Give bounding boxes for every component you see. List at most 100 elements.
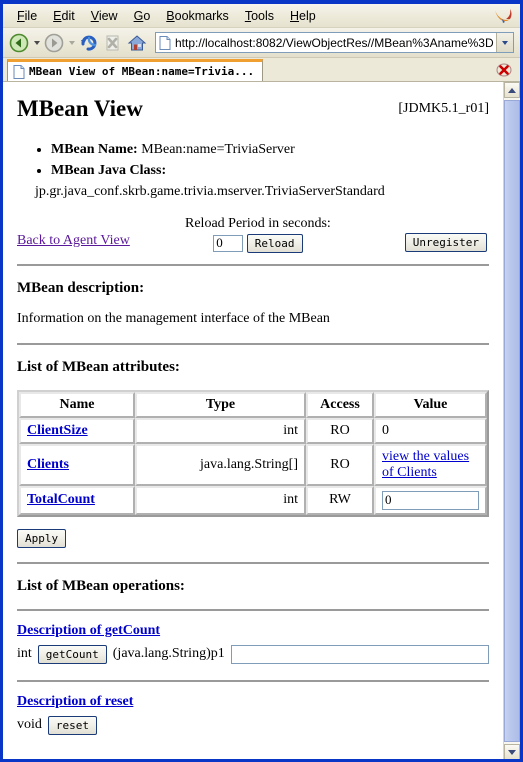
firefox-logo-icon	[495, 9, 512, 23]
attribute-type-cell: int	[135, 485, 306, 515]
description-of-getcount-link[interactable]: Description of getCount	[17, 623, 160, 639]
mbean-name-value: MBean:name=TriviaServer	[141, 142, 295, 157]
table-row: TotalCount int RW	[19, 485, 487, 515]
menu-file[interactable]: File	[9, 7, 45, 25]
version-tag: [JDMK5.1_r01]	[398, 101, 489, 116]
menu-tools[interactable]: Tools	[237, 7, 282, 25]
totalcount-value-input[interactable]	[382, 490, 479, 510]
mbean-class-label: MBean Java Class:	[51, 163, 167, 179]
attribute-value-cell: view the values of Clients	[374, 443, 487, 486]
scroll-up-button[interactable]	[504, 82, 520, 98]
attribute-type-cell: int	[135, 417, 306, 444]
attributes-heading: List of MBean attributes:	[17, 358, 180, 375]
stop-icon	[106, 35, 119, 50]
page-scrollbar[interactable]	[503, 82, 520, 759]
mbean-description-heading: MBean description:	[17, 279, 145, 296]
mbean-name-item: MBean Name: MBean:name=TriviaServer	[51, 140, 489, 160]
reload-period-input[interactable]	[213, 234, 244, 252]
home-icon	[127, 34, 147, 50]
column-header-value: Value	[374, 391, 487, 418]
chevron-down-icon	[68, 40, 75, 45]
page-title: MBean View	[17, 96, 143, 121]
tab-bar: MBean View of MBean:name=Trivia...	[3, 58, 520, 82]
tab-label: MBean View of MBean:name=Trivia...	[29, 65, 255, 78]
back-arrow-icon	[9, 33, 29, 52]
menu-go[interactable]: Go	[126, 7, 159, 25]
divider	[17, 608, 489, 611]
menu-help[interactable]: Help	[282, 7, 324, 25]
attribute-name-cell: ClientSize	[19, 417, 135, 444]
back-history-dropdown[interactable]	[31, 31, 42, 55]
operation-row-getcount: int getCount (java.lang.String)p1	[17, 644, 489, 664]
scrollbar-track[interactable]	[504, 98, 520, 744]
attribute-access-cell: RO	[306, 417, 374, 444]
back-to-agent-view-link[interactable]: Back to Agent View	[17, 233, 130, 249]
operation-return-type: void	[17, 717, 42, 733]
mbean-info-list: MBean Name: MBean:name=TriviaServer MBea…	[17, 140, 489, 202]
forward-button[interactable]	[42, 31, 66, 55]
reload-icon	[81, 35, 97, 51]
page-content: [JDMK5.1_r01] MBean View MBean Name: MBe…	[3, 82, 503, 759]
divider	[17, 561, 489, 564]
content-viewport: [JDMK5.1_r01] MBean View MBean Name: MBe…	[3, 82, 520, 759]
attribute-access-cell: RW	[306, 485, 374, 515]
reload-button[interactable]: Reload	[246, 233, 303, 253]
attribute-name-cell: TotalCount	[19, 485, 135, 515]
scrollbar-thumb[interactable]	[504, 100, 520, 742]
forward-history-dropdown[interactable]	[66, 31, 77, 55]
stop-button[interactable]	[101, 31, 125, 55]
navigation-toolbar: http://localhost:8082/ViewObjectRes//MBe…	[3, 28, 520, 58]
page-favicon-icon	[159, 35, 171, 50]
attribute-access-cell: RO	[306, 443, 374, 486]
attribute-type-cell: java.lang.String[]	[135, 443, 306, 486]
tab-mbean-view[interactable]: MBean View of MBean:name=Trivia...	[7, 59, 264, 81]
menu-bar: File Edit View Go Bookmarks Tools Help	[3, 4, 520, 28]
attribute-value-cell: 0	[374, 417, 487, 444]
apply-button[interactable]: Apply	[17, 528, 67, 548]
operation-return-type: int	[17, 646, 32, 662]
chevron-down-icon	[508, 749, 516, 755]
unregister-button[interactable]: Unregister	[404, 232, 487, 252]
operation-row-reset: void reset	[17, 715, 489, 735]
browser-window: File Edit View Go Bookmarks Tools Help h…	[0, 0, 523, 762]
reset-button[interactable]: reset	[47, 715, 98, 735]
attribute-link-totalcount[interactable]: TotalCount	[27, 492, 95, 507]
attribute-link-clientsize[interactable]: ClientSize	[27, 423, 88, 438]
chevron-up-icon	[508, 87, 516, 93]
mbean-name-label: MBean Name:	[51, 142, 138, 157]
menu-bookmarks[interactable]: Bookmarks	[158, 7, 237, 25]
reload-period-label: Reload Period in seconds:	[185, 215, 331, 231]
attribute-value-cell	[374, 485, 487, 515]
close-tab-button[interactable]	[496, 62, 512, 78]
operations-heading: List of MBean operations:	[17, 577, 185, 594]
reload-button[interactable]	[77, 31, 101, 55]
divider	[17, 342, 489, 345]
tab-favicon-icon	[13, 64, 25, 79]
attribute-link-clients[interactable]: Clients	[27, 457, 69, 472]
url-bar[interactable]: http://localhost:8082/ViewObjectRes//MBe…	[155, 32, 514, 53]
chevron-down-icon	[502, 40, 508, 45]
table-row: Clients java.lang.String[] RO view the v…	[19, 443, 487, 486]
url-dropdown-button[interactable]	[496, 33, 513, 52]
home-button[interactable]	[125, 31, 149, 55]
description-of-reset-link[interactable]: Description of reset	[17, 694, 133, 710]
getcount-param-input[interactable]	[230, 644, 489, 664]
operation-param-label: (java.lang.String)p1	[112, 646, 225, 662]
mbean-class-value: jp.gr.java_conf.skrb.game.trivia.mserver…	[35, 183, 385, 199]
url-text: http://localhost:8082/ViewObjectRes//MBe…	[175, 35, 494, 50]
menu-edit[interactable]: Edit	[45, 7, 83, 25]
menu-view[interactable]: View	[83, 7, 126, 25]
reload-controls-row: Back to Agent View Reload Period in seco…	[17, 216, 489, 256]
divider	[17, 679, 489, 682]
view-values-of-clients-link[interactable]: view the values of Clients	[382, 449, 469, 480]
table-row: ClientSize int RO 0	[19, 417, 487, 444]
scroll-down-button[interactable]	[504, 744, 520, 759]
column-header-name: Name	[19, 391, 135, 418]
getcount-button[interactable]: getCount	[37, 644, 107, 664]
back-button[interactable]	[7, 31, 31, 55]
reload-period-group: Reload Period in seconds: Reload	[185, 216, 331, 253]
forward-arrow-icon	[44, 33, 64, 52]
chevron-down-icon	[33, 40, 40, 45]
mbean-description-text: Information on the management interface …	[17, 310, 330, 326]
close-icon	[496, 63, 512, 77]
